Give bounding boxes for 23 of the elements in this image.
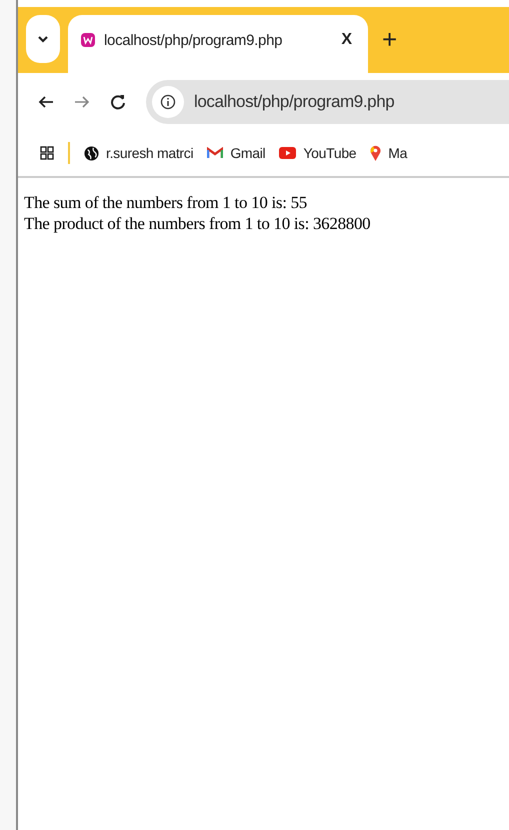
server-logo-icon <box>80 32 96 48</box>
close-tab-button[interactable]: X <box>335 29 358 51</box>
tab-title: localhost/php/program9.php <box>104 32 284 48</box>
bookmark-link[interactable]: Gmail <box>207 145 266 161</box>
back-arrow-icon[interactable] <box>38 94 54 108</box>
output-text-line: The sum of the numbers from 1 to 10 is: 55 <box>24 192 308 213</box>
address-bar[interactable]: localhost/php/program9.php <box>146 80 509 124</box>
forward-arrow-icon[interactable] <box>74 94 90 108</box>
bookmark-link[interactable]: r.suresh matrci <box>84 145 194 161</box>
mail-m-icon <box>207 147 224 159</box>
new-tab-button[interactable]: + <box>376 24 404 55</box>
output-text-line: The product of the numbers from 1 to 10 is: 3628800 <box>24 213 372 234</box>
globe-icon <box>84 146 99 160</box>
apps-grid-icon[interactable] <box>40 146 54 160</box>
chevron-down-icon <box>37 34 49 44</box>
bookmark-link[interactable]: YouTube <box>279 145 356 161</box>
reload-icon[interactable] <box>110 94 126 110</box>
map-pin-icon <box>370 145 382 161</box>
url-text: localhost/php/program9.php <box>194 92 394 112</box>
browser-tab[interactable]: localhost/php/program9.php X <box>68 15 368 73</box>
play-button-icon <box>279 147 296 159</box>
bookmark-link[interactable]: Ma <box>370 145 408 161</box>
info-icon[interactable] <box>160 94 176 110</box>
